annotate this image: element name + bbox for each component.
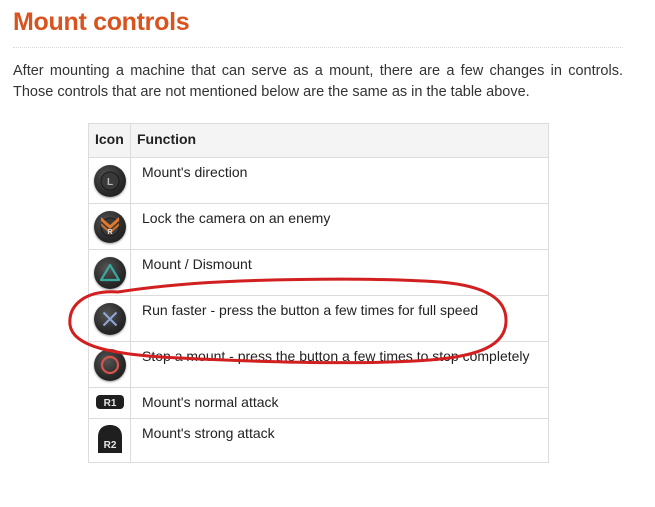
table-row: Mount / Dismount — [88, 249, 549, 296]
table-row: Stop a mount - press the button a few ti… — [88, 341, 549, 388]
row-function: Run faster - press the button a few time… — [130, 295, 549, 342]
row-function: Mount's strong attack — [130, 418, 549, 463]
r-stick-icon: R — [93, 210, 126, 243]
r2-button-icon: R2 — [95, 423, 125, 458]
table-row: Run faster - press the button a few time… — [88, 295, 549, 342]
cross-button-icon — [93, 302, 126, 335]
mount-controls-table: Icon Function L Mount's direction R Lock… — [88, 123, 549, 463]
l-stick-icon: L — [93, 164, 126, 197]
header-function: Function — [130, 123, 549, 158]
table-header-row: Icon Function — [88, 123, 549, 158]
table-row: R1 Mount's normal attack — [88, 387, 549, 419]
row-function: Stop a mount - press the button a few ti… — [130, 341, 549, 388]
table-row: L Mount's direction — [88, 157, 549, 204]
svg-text:R: R — [107, 229, 112, 236]
row-function: Mount's direction — [130, 157, 549, 204]
triangle-button-icon — [93, 256, 126, 289]
section-title: Mount controls — [13, 8, 190, 36]
svg-text:R2: R2 — [103, 440, 116, 451]
row-function: Lock the camera on an enemy — [130, 203, 549, 250]
intro-paragraph: After mounting a machine that can serve … — [13, 63, 623, 100]
svg-text:R1: R1 — [103, 398, 116, 409]
table-row: R2 Mount's strong attack — [88, 418, 549, 463]
title-divider — [13, 47, 623, 48]
svg-text:L: L — [106, 177, 112, 188]
circle-button-icon — [93, 348, 126, 381]
row-function: Mount's normal attack — [130, 387, 549, 419]
row-function: Mount / Dismount — [130, 249, 549, 296]
header-icon: Icon — [88, 123, 131, 158]
table-row: R Lock the camera on an enemy — [88, 203, 549, 250]
r1-button-icon: R1 — [95, 394, 125, 413]
